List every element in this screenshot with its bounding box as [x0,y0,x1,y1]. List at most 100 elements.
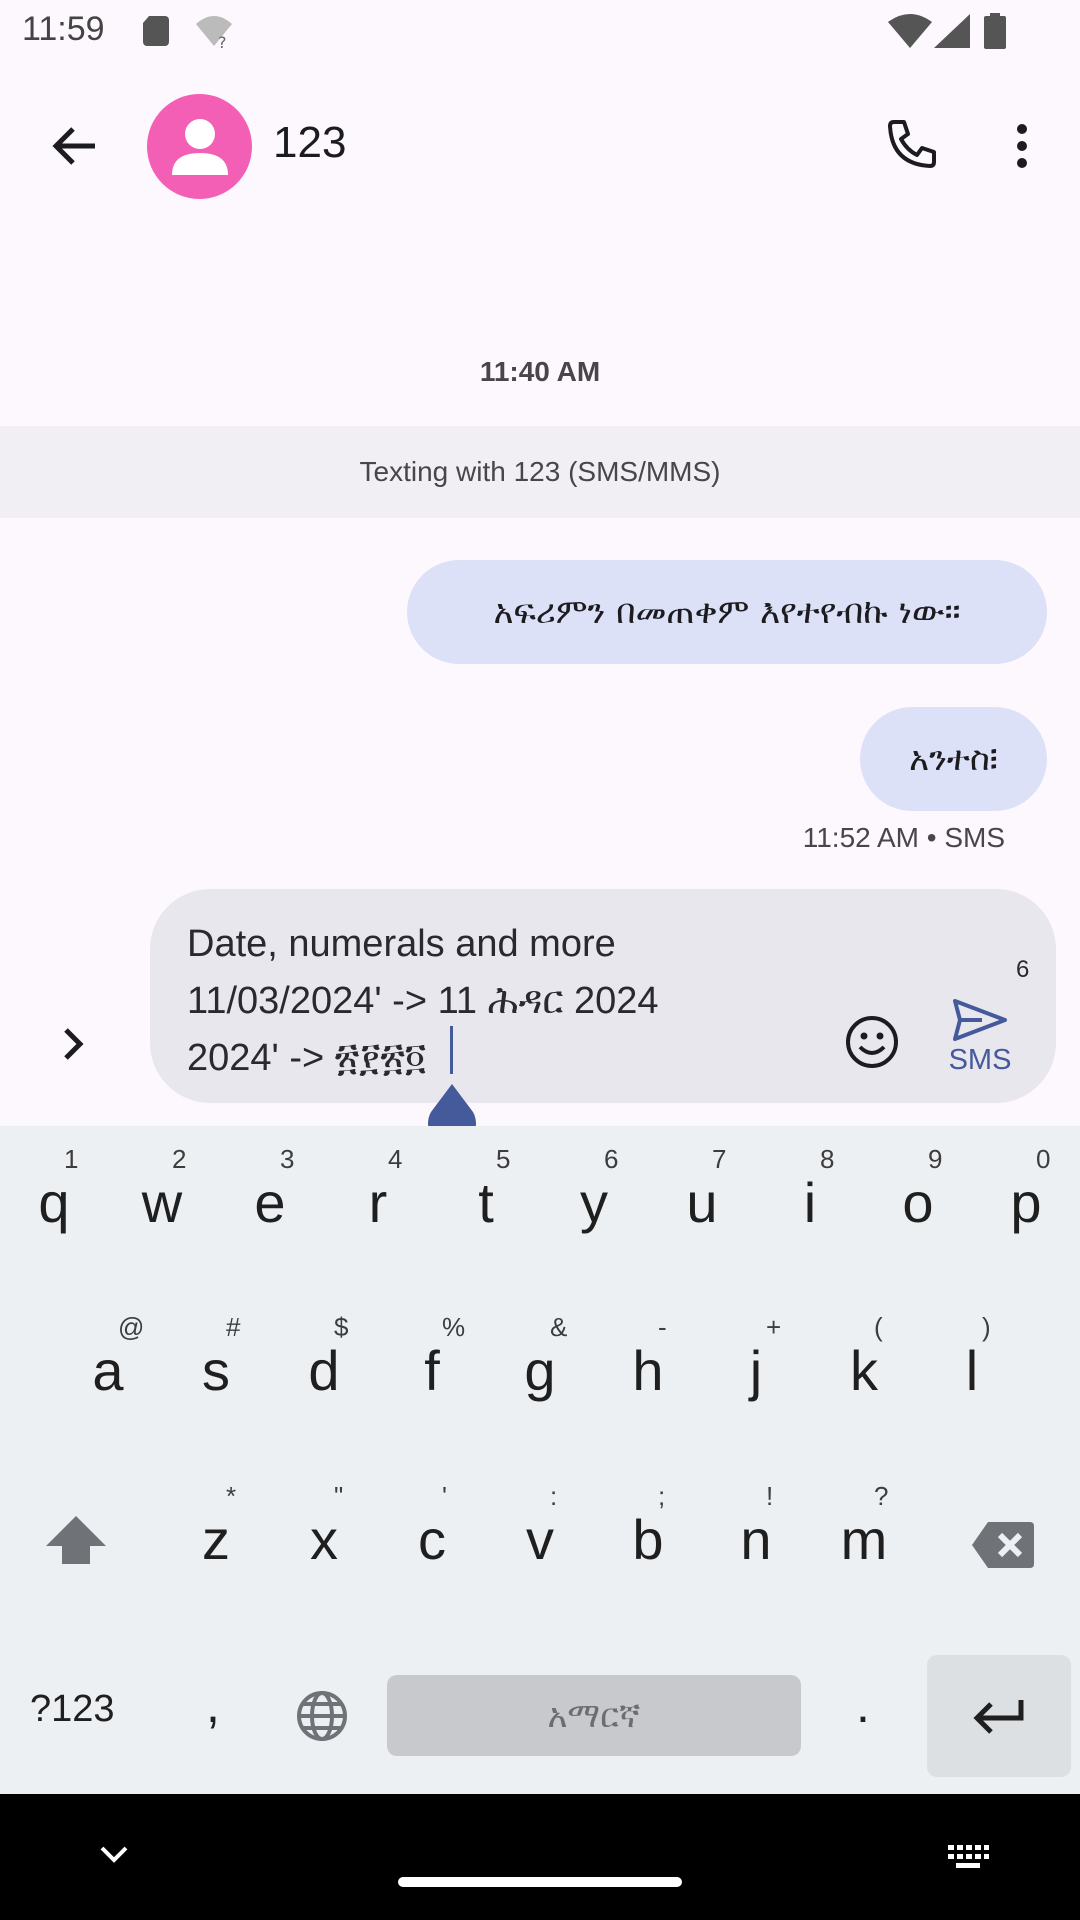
key-label: g [524,1339,556,1402]
character-count: 6 [1016,956,1030,983]
key-label: r [368,1171,388,1234]
enter-icon [973,1700,1024,1734]
person-icon [171,118,228,175]
key-label: u [686,1171,718,1234]
keyboard-switch-icon[interactable] [946,1843,990,1871]
key-hint: $ [334,1312,349,1342]
key-h[interactable]: -h [608,1312,688,1426]
key-q[interactable]: 1q [14,1144,94,1258]
enter-key[interactable] [927,1655,1071,1777]
key-hint: 4 [388,1144,403,1174]
wifi-icon [888,14,932,48]
signal-icon [934,14,970,48]
texting-banner: Texting with 123 (SMS/MMS) [0,426,1080,518]
key-label: m [840,1508,888,1571]
back-button[interactable] [40,112,108,180]
key-hint: " [334,1481,344,1511]
key-r[interactable]: 4r [338,1144,418,1258]
key-label: d [308,1339,340,1402]
key-hint: + [766,1312,782,1342]
phone-icon [888,120,936,168]
key-label: z [202,1508,230,1571]
key-a[interactable]: @ a [68,1312,148,1426]
key-b[interactable]: ; b [608,1481,688,1595]
contact-name[interactable]: 123 [273,118,346,168]
key-label: h [632,1339,664,1402]
compose-input[interactable]: Date, numerals and more 11/03/2024' -> 1… [187,916,827,1087]
contact-avatar[interactable] [147,94,252,199]
call-button[interactable] [880,112,944,176]
svg-text:?: ? [218,33,227,50]
key-hint: 5 [496,1144,511,1174]
key-hint: 9 [928,1144,943,1174]
sd-card-icon [143,16,169,46]
key-label: o [902,1171,934,1234]
shift-key[interactable] [40,1512,112,1572]
key-m[interactable]: ? m [824,1481,904,1595]
key-hint: 7 [712,1144,727,1174]
key-u[interactable]: 7u [662,1144,742,1258]
message-bubble[interactable]: አንተስ፧ [860,707,1047,811]
key-label: p [1010,1171,1042,1234]
space-key[interactable]: አማርኛ [387,1675,801,1756]
symbols-key[interactable]: ?123 [30,1688,115,1731]
key-o[interactable]: 9o [878,1144,958,1258]
key-z[interactable]: * z [176,1481,256,1595]
key-e[interactable]: 3e [230,1144,310,1258]
hide-keyboard-icon[interactable] [94,1840,134,1870]
navigation-bar [0,1794,1080,1920]
key-v[interactable]: :v [500,1481,580,1595]
key-hint: ( [874,1312,883,1342]
key-hint: # [226,1312,241,1342]
key-s[interactable]: # s [176,1312,256,1426]
key-hint: 3 [280,1144,295,1174]
key-l[interactable]: ) l [932,1312,1012,1426]
text-cursor [450,1026,453,1074]
key-hint: - [658,1312,667,1342]
key-hint: : [550,1481,558,1511]
send-button[interactable]: SMS [940,998,1020,1088]
key-label: f [424,1339,440,1402]
key-c[interactable]: ' c [392,1481,472,1595]
key-label: n [740,1508,772,1571]
key-k[interactable]: (k [824,1312,904,1426]
backspace-icon [972,1522,1034,1568]
emoji-button[interactable] [844,1014,900,1070]
key-label: v [526,1508,554,1571]
status-bar: 11:59 ? [0,0,1080,64]
expand-attachments-button[interactable] [48,1018,100,1070]
key-g[interactable]: & g [500,1312,580,1426]
key-x[interactable]: " x [284,1481,364,1595]
key-hint: 2 [172,1144,187,1174]
key-hint: % [442,1312,466,1342]
key-label: e [254,1171,286,1234]
key-label: y [580,1171,608,1234]
key-y[interactable]: 6y [554,1144,634,1258]
message-timestamp: 11:52 AM • SMS [802,822,1005,853]
key-d[interactable]: $ d [284,1312,364,1426]
period-key[interactable]: . [856,1676,870,1734]
home-handle[interactable] [398,1877,682,1887]
status-time: 11:59 [22,10,105,48]
key-label: q [38,1171,70,1234]
backspace-key[interactable] [970,1518,1036,1572]
more-vert-icon [1017,124,1027,168]
key-p[interactable]: 0p [986,1144,1066,1258]
globe-icon [297,1691,347,1741]
key-i[interactable]: 8i [770,1144,850,1258]
key-hint: 0 [1036,1144,1051,1174]
key-n[interactable]: ! n [716,1481,796,1595]
key-hint: & [550,1312,568,1342]
key-j[interactable]: + j [716,1312,796,1426]
message-bubble[interactable]: አፍሪምን በመጠቀም እየተየብኩ ነው። [407,560,1047,664]
comma-key[interactable]: , [206,1676,220,1734]
wifi-question-icon: ? [196,16,232,50]
language-switch-key[interactable] [296,1690,348,1742]
battery-icon [984,13,1006,49]
more-options-button[interactable] [1000,112,1044,180]
key-label: a [92,1339,124,1402]
key-w[interactable]: 2w [122,1144,202,1258]
emoji-icon [846,1016,898,1068]
key-t[interactable]: 5t [446,1144,526,1258]
key-f[interactable]: % f [392,1312,472,1426]
